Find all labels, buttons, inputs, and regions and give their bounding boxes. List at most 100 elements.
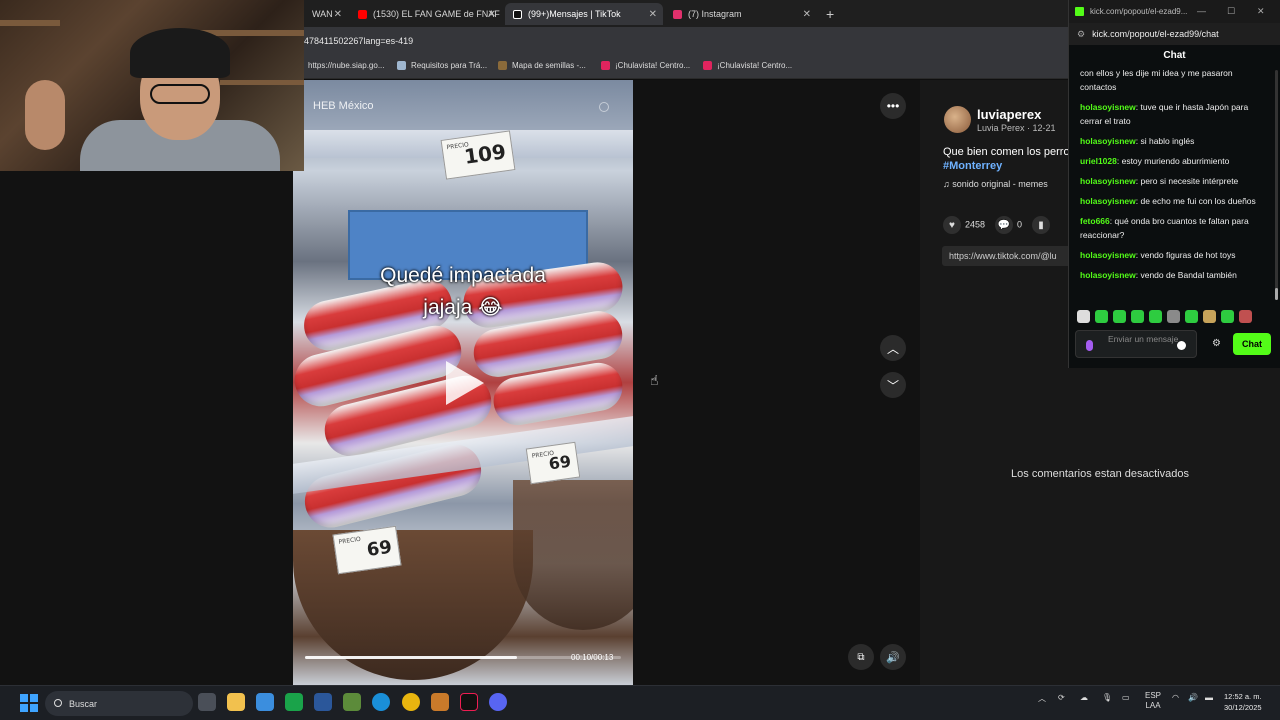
chevron-down-icon[interactable]: ﹀ <box>880 372 906 398</box>
chat-username[interactable]: feto666 <box>1080 216 1110 226</box>
store-icon[interactable] <box>256 693 274 711</box>
chat-username[interactable]: holasoyisnew <box>1080 196 1136 206</box>
caption-line: Quedé impactada <box>380 264 546 287</box>
post-subname: Luvia Perex · 12-21 <box>977 123 1056 133</box>
battery-alert-icon[interactable]: ▭ <box>1122 693 1130 702</box>
chat-username[interactable]: holasoyisnew <box>1080 136 1136 146</box>
minecraft-icon[interactable] <box>343 693 361 711</box>
hashtag-link[interactable]: #Monterrey <box>943 159 1070 173</box>
chat-username[interactable]: holasoyisnew <box>1080 102 1136 112</box>
file-explorer-icon[interactable] <box>227 693 245 711</box>
like-button[interactable]: ♥ 2458 <box>943 216 985 234</box>
tab-3[interactable]: (99+)Mensajes | TikTok ✕ <box>505 3 663 25</box>
chevron-up-icon[interactable]: ︿ <box>1038 693 1046 704</box>
post-description: Que bien comen los perro #Monterrey <box>943 145 1070 173</box>
chat-text: : estoy muriendo aburrimiento <box>1116 156 1230 166</box>
bookmark-4[interactable]: ¡Chulavista! Centro... <box>601 61 690 70</box>
price-tag: PRECIO 109 <box>440 130 516 180</box>
more-options-icon[interactable]: ••• <box>880 93 906 119</box>
close-icon[interactable]: ✕ <box>649 9 657 20</box>
close-icon[interactable]: ✕ <box>1257 6 1265 17</box>
gear-icon[interactable]: ⚙ <box>1212 338 1221 349</box>
emote-icon[interactable] <box>1221 310 1234 323</box>
chat-scrollbar[interactable] <box>1275 70 1278 300</box>
music-note-icon: ♫ <box>943 179 953 189</box>
site-settings-icon[interactable]: ⚙ <box>1077 29 1085 40</box>
search-icon[interactable] <box>599 102 609 112</box>
tab-2[interactable]: (1530) EL FAN GAME de FNAF ✕ <box>350 3 502 25</box>
volume-icon[interactable]: 🔊 <box>1188 693 1198 702</box>
chat-username[interactable]: uriel1028 <box>1080 156 1117 166</box>
taskbar-search[interactable]: Buscar <box>45 691 193 716</box>
emote-icon[interactable] <box>1239 310 1252 323</box>
emote-icon[interactable] <box>1131 310 1144 323</box>
chevron-up-icon[interactable]: ︿ <box>880 335 906 361</box>
chrome-icon[interactable] <box>402 693 420 711</box>
chat-username[interactable]: holasoyisnew <box>1080 250 1136 260</box>
word-icon[interactable] <box>314 693 332 711</box>
send-chat-button[interactable]: Chat <box>1233 333 1271 355</box>
discord-icon[interactable] <box>489 693 507 711</box>
close-icon[interactable]: ✕ <box>803 9 811 20</box>
comment-button[interactable]: 💬 0 <box>995 216 1022 234</box>
emote-bar <box>1077 310 1252 323</box>
tiktok-icon[interactable] <box>460 693 478 711</box>
close-icon[interactable]: ✕ <box>334 9 342 20</box>
chat-window-title: kick.com/popout/el-ezad9... <box>1090 7 1188 16</box>
chat-scroll-thumb[interactable] <box>1275 288 1278 300</box>
clock-date: 30/12/2025 <box>1224 703 1262 712</box>
close-icon[interactable]: ✕ <box>488 9 496 20</box>
edge-icon[interactable] <box>372 693 390 711</box>
emote-icon[interactable] <box>1185 310 1198 323</box>
emote-icon[interactable] <box>1095 310 1108 323</box>
task-view-icon[interactable] <box>198 693 216 711</box>
microphone-icon[interactable]: 🎙 <box>1102 693 1112 702</box>
post-username[interactable]: luviaperex <box>977 107 1041 122</box>
battery-icon[interactable]: ▬ <box>1205 693 1213 702</box>
bookmark-button[interactable]: ▮ <box>1032 216 1054 234</box>
new-tab-button[interactable]: + <box>826 6 834 22</box>
tab-4[interactable]: (7) Instagram ✕ <box>665 3 817 25</box>
sound-row[interactable]: ♫ sonido original - memes <box>943 179 1048 189</box>
microphone-icon[interactable] <box>1086 340 1093 351</box>
chat-message: holasoyisnew: si hablo inglés <box>1080 134 1267 148</box>
chat-input-placeholder: Enviar un mensaje <box>1108 334 1179 344</box>
emote-icon[interactable] <box>1113 310 1126 323</box>
progress-bar[interactable] <box>305 656 517 659</box>
xbox-icon[interactable] <box>285 693 303 711</box>
chat-message: holasoyisnew: tuve que ir hasta Japón pa… <box>1080 100 1267 128</box>
bookmark-5[interactable]: ¡Chulavista! Centro... <box>703 61 792 70</box>
chat-username[interactable]: holasoyisnew <box>1080 270 1136 280</box>
video-account-label[interactable]: HEB México <box>313 100 374 112</box>
avatar[interactable] <box>944 106 971 133</box>
chat-message-input[interactable]: Enviar un mensaje <box>1075 330 1197 358</box>
emote-icon[interactable] <box>1167 310 1180 323</box>
sync-icon[interactable]: ⟳ <box>1058 693 1065 702</box>
instagram-icon <box>673 9 682 19</box>
chat-url-bar[interactable]: ⚙ kick.com/popout/el-ezad99/chat <box>1069 23 1280 45</box>
minimize-icon[interactable]: — <box>1197 6 1206 16</box>
emote-icon[interactable] <box>1077 310 1090 323</box>
emoji-icon[interactable] <box>1177 341 1186 350</box>
chat-text: : si hablo inglés <box>1135 136 1195 146</box>
emote-icon[interactable] <box>1149 310 1162 323</box>
maximize-icon[interactable]: ☐ <box>1227 6 1235 17</box>
chat-message: holasoyisnew: de echo me fui con los due… <box>1080 194 1267 208</box>
video-player[interactable]: PRECIO 109 PRECIO 69 PRECIO 69 HEB México Q… <box>293 80 633 685</box>
cloud-icon[interactable]: ☁ <box>1080 693 1088 702</box>
volume-icon[interactable]: 🔊 <box>880 644 906 670</box>
picture-in-picture-icon[interactable]: ⧉ <box>848 644 874 670</box>
system-clock[interactable]: 12:52 a. m. 30/12/2025 <box>1224 691 1262 713</box>
game-icon[interactable] <box>431 693 449 711</box>
language-indicator[interactable]: ESP LAA <box>1145 691 1161 711</box>
bookmark-1[interactable]: https://nube.siap.go... <box>308 61 385 70</box>
bookmark-2[interactable]: Requisitos para Trá... <box>397 61 487 70</box>
chat-username[interactable]: holasoyisnew <box>1080 176 1136 186</box>
tab-1[interactable]: WAN ✕ <box>304 3 348 25</box>
play-icon[interactable] <box>446 361 484 405</box>
wifi-icon[interactable]: ◠ <box>1172 693 1179 702</box>
bookmark-3[interactable]: Mapa de semillas -... <box>498 61 586 70</box>
emote-icon[interactable] <box>1203 310 1216 323</box>
windows-start-icon[interactable] <box>20 694 38 712</box>
chat-text: : vendo de Bandal también <box>1135 270 1237 280</box>
